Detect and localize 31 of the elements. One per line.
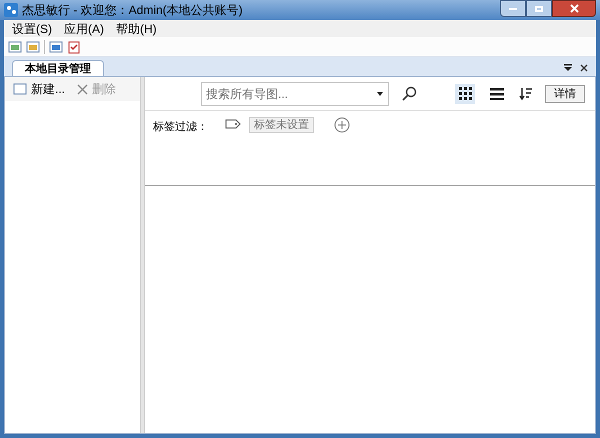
- search-icon[interactable]: [401, 86, 417, 102]
- details-button[interactable]: 详情: [545, 84, 585, 102]
- app-logo-icon: [4, 3, 18, 17]
- dropdown-icon[interactable]: [564, 64, 572, 71]
- tag-icon: [225, 119, 241, 129]
- menu-item[interactable]: 帮助(H): [116, 20, 157, 38]
- dropdown-icon[interactable]: [377, 92, 383, 96]
- menu-item[interactable]: 应用(A): [64, 20, 104, 38]
- checklist-icon[interactable]: [67, 40, 81, 54]
- grid-icon: [458, 87, 472, 100]
- close-button[interactable]: [552, 0, 596, 17]
- search-field[interactable]: 搜索所有导图...: [201, 82, 389, 106]
- tab[interactable]: 本地目录管理: [12, 60, 104, 76]
- add-icon[interactable]: [334, 117, 350, 133]
- list-icon: [490, 88, 504, 100]
- close-icon[interactable]: [580, 64, 588, 72]
- close-icon: [570, 4, 578, 13]
- tag-filter-label: 标签过滤：: [153, 120, 209, 135]
- new-button[interactable]: 新建...: [13, 80, 66, 98]
- window-icon[interactable]: [49, 40, 63, 54]
- window-title: 杰思敏行 - 欢迎您：Admin(本地公共账号): [22, 2, 243, 19]
- minimize-button[interactable]: [500, 0, 526, 17]
- tag-chip[interactable]: 标签未设置: [249, 117, 314, 133]
- maximize-button[interactable]: [526, 0, 552, 17]
- image-icon[interactable]: [8, 40, 22, 54]
- menu-item[interactable]: 设置(S): [12, 20, 52, 38]
- sort-icon[interactable]: [519, 86, 533, 100]
- document-icon: [13, 83, 27, 95]
- picture-frame-icon[interactable]: [26, 40, 40, 54]
- grid-view-button[interactable]: [455, 84, 475, 104]
- close-icon: [77, 84, 88, 94]
